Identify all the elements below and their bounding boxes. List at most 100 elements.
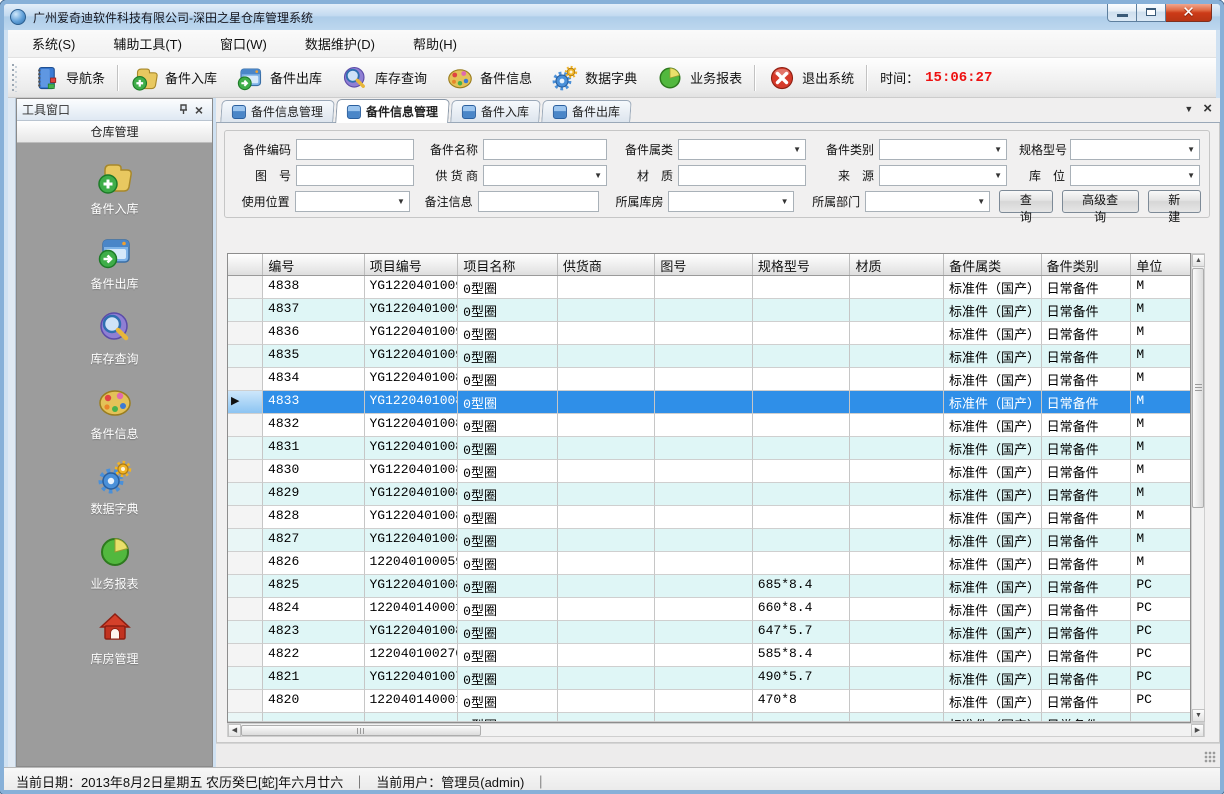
toolbar-parts-outbound[interactable]: 备件出库: [226, 61, 331, 95]
header-备件类别[interactable]: 备件类别: [1042, 254, 1132, 275]
row-indicator[interactable]: ▶: [228, 368, 263, 391]
row-indicator[interactable]: ▶: [228, 690, 263, 713]
toolbar-exit-system[interactable]: 退出系统: [758, 61, 863, 95]
table-row[interactable]: ▶ 4837 YG12204010092 0型圈 标准件（国产） 日常备件 M: [228, 299, 1190, 322]
table-row[interactable]: ▶ 4835 YG12204010090 0型圈 标准件（国产） 日常备件 M: [228, 345, 1190, 368]
tab-close-icon[interactable]: ×: [1203, 103, 1212, 115]
row-indicator[interactable]: ▶: [228, 391, 263, 414]
resize-grip[interactable]: [1204, 751, 1216, 763]
part-name-input[interactable]: [483, 139, 607, 160]
close-button[interactable]: ✕: [1166, 3, 1212, 22]
table-row[interactable]: ▶ 4836 YG12204010091 0型圈 标准件（国产） 日常备件 M: [228, 322, 1190, 345]
menu-data-maintenance[interactable]: 数据维护(D): [293, 30, 387, 57]
header-备件属类[interactable]: 备件属类: [944, 254, 1042, 275]
table-row[interactable]: ▶ 4830 YG12204010085 0型圈 标准件（国产） 日常备件 M: [228, 460, 1190, 483]
row-indicator[interactable]: ▶: [228, 345, 263, 368]
toolbar-inventory-query[interactable]: 库存查询: [331, 61, 436, 95]
part-code-input[interactable]: [296, 139, 414, 160]
row-indicator[interactable]: ▶: [228, 621, 263, 644]
toolbar-data-dictionary[interactable]: 数据字典: [541, 61, 646, 95]
sidebar-item-business-report[interactable]: 业务报表: [17, 532, 212, 592]
row-indicator[interactable]: ▶: [228, 299, 263, 322]
title-bar[interactable]: 广州爱奇迪软件科技有限公司-深田之星仓库管理系统 ✕: [4, 4, 1220, 30]
row-indicator[interactable]: ▶: [228, 598, 263, 621]
toolbar-business-report[interactable]: 业务报表: [646, 61, 751, 95]
horizontal-scrollbar[interactable]: ◀ ▶: [227, 723, 1205, 737]
table-row[interactable]: ▶ 4824 1220401400012 0型圈 660*8.4 标准件（国产）…: [228, 598, 1190, 621]
tab-list-dropdown-icon[interactable]: ▼: [1184, 104, 1193, 114]
supplier-select[interactable]: ▼: [483, 165, 607, 186]
table-row[interactable]: ▶ 4829 YG12204010084 0型圈 标准件（国产） 日常备件 M: [228, 483, 1190, 506]
row-indicator[interactable]: ▶: [228, 644, 263, 667]
row-indicator[interactable]: ▶: [228, 506, 263, 529]
table-row[interactable]: ▶ 4820 1220401400013 0型圈 470*8 标准件（国产） 日…: [228, 690, 1190, 713]
row-indicator[interactable]: ▶: [228, 322, 263, 345]
new-button[interactable]: 新建: [1148, 190, 1201, 213]
material-input[interactable]: [678, 165, 806, 186]
row-indicator[interactable]: ▶: [228, 276, 263, 299]
tab-parts-outbound[interactable]: 备件出库: [541, 100, 632, 122]
source-select[interactable]: ▼: [879, 165, 1007, 186]
row-indicator[interactable]: ▶: [228, 552, 263, 575]
sidebar-item-parts-outbound[interactable]: 备件出库: [17, 232, 212, 292]
toolbar-parts-inbound[interactable]: 备件入库: [121, 61, 226, 95]
minimize-button[interactable]: [1107, 3, 1137, 22]
table-row[interactable]: ▶ 4838 YG12204010093 0型圈 标准件（国产） 日常备件 M: [228, 276, 1190, 299]
header-供货商[interactable]: 供货商: [558, 254, 656, 275]
scroll-up-icon[interactable]: ▲: [1192, 254, 1205, 267]
vertical-scrollbar-thumb[interactable]: [1192, 268, 1204, 508]
bin-location-select[interactable]: ▼: [1070, 165, 1200, 186]
scroll-left-icon[interactable]: ◀: [228, 724, 241, 737]
tab-parts-info-management-1[interactable]: 备件信息管理: [220, 100, 335, 122]
table-row[interactable]: ▶ 0型圈 标准件（国产） 日常备件: [228, 713, 1190, 722]
table-row[interactable]: ▶ 4822 1220401002700 0型圈 585*8.4 标准件（国产）…: [228, 644, 1190, 667]
advanced-query-button[interactable]: 高级查询: [1062, 190, 1139, 213]
department-select[interactable]: ▼: [865, 191, 990, 212]
grid-header[interactable]: 编号 项目编号 项目名称 供货商 图号 规格型号 材质 备件属类 备件类别 单位: [228, 254, 1190, 276]
maximize-button[interactable]: [1137, 3, 1166, 22]
tab-parts-info-management-2[interactable]: 备件信息管理: [335, 99, 450, 123]
usage-position-select[interactable]: ▼: [295, 191, 410, 212]
sidebar-item-parts-info[interactable]: 备件信息: [17, 382, 212, 442]
query-button[interactable]: 查询: [999, 190, 1052, 213]
remark-input[interactable]: [478, 191, 599, 212]
scroll-right-icon[interactable]: ▶: [1191, 724, 1204, 737]
row-indicator[interactable]: ▶: [228, 414, 263, 437]
row-indicator[interactable]: ▶: [228, 667, 263, 690]
header-规格型号[interactable]: 规格型号: [753, 254, 851, 275]
header-项目名称[interactable]: 项目名称: [458, 254, 557, 275]
menu-help[interactable]: 帮助(H): [401, 30, 469, 57]
row-indicator[interactable]: ▶: [228, 460, 263, 483]
menu-aux-tools[interactable]: 辅助工具(T): [101, 30, 194, 57]
menu-window[interactable]: 窗口(W): [208, 30, 279, 57]
toolbar-grip[interactable]: [12, 64, 17, 92]
header-编号[interactable]: 编号: [263, 254, 364, 275]
part-category-select[interactable]: ▼: [678, 139, 806, 160]
spec-model-select[interactable]: ▼: [1070, 139, 1200, 160]
menu-system[interactable]: 系统(S): [20, 30, 87, 57]
table-row[interactable]: ▶ 4832 YG12204010087 0型圈 标准件（国产） 日常备件 M: [228, 414, 1190, 437]
header-图号[interactable]: 图号: [655, 254, 753, 275]
pin-icon[interactable]: [175, 102, 191, 118]
row-indicator[interactable]: ▶: [228, 575, 263, 598]
table-row[interactable]: ▶ 4827 YG12204010082 0型圈 标准件（国产） 日常备件 M: [228, 529, 1190, 552]
row-indicator[interactable]: ▶: [228, 483, 263, 506]
table-row[interactable]: ▶ 4831 YG12204010086 0型圈 标准件（国产） 日常备件 M: [228, 437, 1190, 460]
sidebar-item-warehouse-management[interactable]: 库房管理: [17, 607, 212, 667]
header-单位[interactable]: 单位: [1131, 254, 1190, 275]
table-row[interactable]: ▶ 4826 1220401000599 0型圈 标准件（国产） 日常备件 M: [228, 552, 1190, 575]
table-row[interactable]: ▶ 4825 YG12204010081 0型圈 685*8.4 标准件（国产）…: [228, 575, 1190, 598]
table-row[interactable]: ▶ 4828 YG12204010083 0型圈 标准件（国产） 日常备件 M: [228, 506, 1190, 529]
header-材质[interactable]: 材质: [850, 254, 944, 275]
horizontal-scrollbar-thumb[interactable]: [241, 725, 481, 736]
sidebar-item-inventory-query[interactable]: 库存查询: [17, 307, 212, 367]
part-class-select[interactable]: ▼: [879, 139, 1007, 160]
toolbar-navigation-bar[interactable]: 导航条: [22, 61, 114, 95]
sidebar-group-warehouse[interactable]: 仓库管理: [17, 121, 212, 143]
toolbar-parts-info[interactable]: 备件信息: [436, 61, 541, 95]
vertical-scrollbar[interactable]: ▲ ▼: [1191, 253, 1205, 723]
table-row[interactable]: ▶ 4834 YG12204010089 0型圈 标准件（国产） 日常备件 M: [228, 368, 1190, 391]
row-indicator[interactable]: ▶: [228, 529, 263, 552]
tool-window-close-icon[interactable]: ×: [191, 102, 207, 118]
row-indicator[interactable]: ▶: [228, 437, 263, 460]
